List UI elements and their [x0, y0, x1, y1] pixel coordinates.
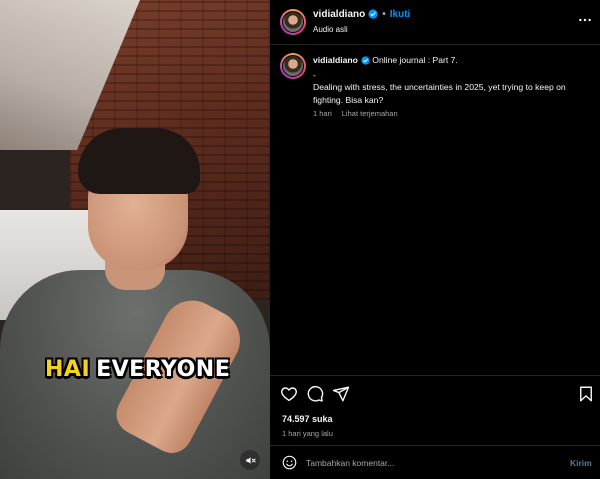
send-icon	[332, 386, 350, 402]
header-username-row: vidialdiano • Ikuti	[313, 9, 410, 22]
verified-badge-icon	[368, 9, 378, 22]
caption-line-3: Dealing with stress, the uncertainties i…	[313, 82, 566, 105]
header-username[interactable]: vidialdiano	[313, 9, 365, 20]
person-hair	[78, 128, 200, 194]
share-button[interactable]	[332, 385, 350, 403]
caption-meta: 1 hari Lihat terjemahan	[313, 109, 398, 118]
comment-icon	[307, 385, 324, 402]
emoji-button[interactable]	[282, 455, 297, 470]
send-comment-button[interactable]: Kirim	[570, 458, 592, 468]
avatar[interactable]	[280, 53, 306, 79]
comment-bar: Kirim	[270, 445, 600, 479]
heart-icon	[281, 387, 297, 402]
audio-link[interactable]: Audio asli	[313, 25, 348, 34]
save-button[interactable]	[577, 385, 595, 403]
speaker-muted-icon	[245, 456, 256, 464]
caption-word-everyone: EVERYONE	[96, 357, 231, 382]
translate-link[interactable]: Lihat terjemahan	[342, 109, 398, 118]
verified-badge-icon	[361, 56, 370, 69]
caption-line-2: -	[313, 69, 316, 80]
avatar[interactable]	[280, 9, 306, 35]
caption-line-1: Online journal : Part 7.	[372, 55, 458, 65]
follow-button[interactable]: Ikuti	[390, 9, 411, 20]
likes-count[interactable]: 74.597 suka	[282, 414, 333, 424]
comment-button[interactable]	[306, 385, 324, 403]
reel-video[interactable]: HAI EVERYONE	[0, 0, 270, 479]
emoji-icon	[282, 455, 297, 470]
more-options-button[interactable]	[577, 12, 593, 28]
post-caption: vidialdiano Online journal : Part 7. - D…	[313, 54, 588, 106]
more-options-icon	[579, 18, 591, 22]
separator-dot: •	[382, 9, 386, 20]
mute-toggle-button[interactable]	[240, 450, 260, 470]
caption-word-hai: HAI	[45, 357, 91, 382]
post-timestamp: 1 hari yang lalu	[282, 429, 333, 438]
post-age: 1 hari	[313, 109, 332, 118]
post-panel: vidialdiano • Ikuti Audio asli vidialdian…	[270, 0, 600, 479]
like-button[interactable]	[280, 385, 298, 403]
video-caption: HAI EVERYONE	[45, 357, 230, 382]
comment-input[interactable]	[306, 454, 546, 472]
bookmark-icon	[580, 386, 592, 402]
caption-username[interactable]: vidialdiano	[313, 55, 358, 65]
post-header: vidialdiano • Ikuti Audio asli	[270, 0, 600, 45]
